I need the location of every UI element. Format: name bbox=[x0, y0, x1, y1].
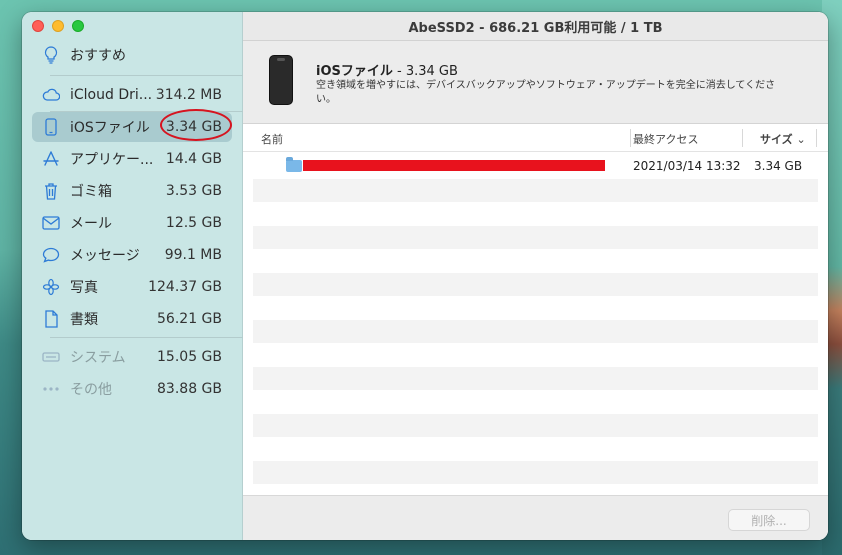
row-last-access: 2021/03/14 13:32 bbox=[633, 159, 741, 173]
mail-icon bbox=[40, 212, 62, 234]
column-divider bbox=[816, 129, 817, 147]
sidebar-item-icloud-drive[interactable]: iCloud Dri... 314.2 MB bbox=[32, 80, 232, 110]
sidebar-item-label: その他 bbox=[70, 382, 112, 398]
sidebar-item-size: 15.05 GB bbox=[157, 349, 222, 365]
folder-icon bbox=[286, 157, 302, 172]
sidebar-item-label: おすすめ bbox=[70, 48, 126, 64]
sidebar-item-label: メッセージ bbox=[70, 248, 140, 264]
sidebar-item-applications[interactable]: アプリケー... 14.4 GB bbox=[32, 144, 232, 174]
empty-row bbox=[253, 202, 818, 226]
file-table: 2021/03/14 13:32 3.34 GB bbox=[253, 155, 818, 484]
sidebar-item-size: 56.21 GB bbox=[157, 311, 222, 327]
sidebar-item-size: 12.5 GB bbox=[165, 215, 222, 231]
sidebar-item-label: 書類 bbox=[70, 312, 98, 328]
more-icon bbox=[40, 378, 62, 400]
message-icon bbox=[40, 244, 62, 266]
cloud-icon bbox=[40, 84, 62, 106]
sidebar-item-documents[interactable]: 書類 56.21 GB bbox=[32, 304, 232, 334]
app-store-icon bbox=[40, 148, 62, 170]
table-row[interactable]: 2021/03/14 13:32 3.34 GB bbox=[253, 155, 818, 179]
empty-row bbox=[253, 225, 818, 249]
iphone-icon bbox=[269, 55, 293, 105]
photos-icon bbox=[40, 276, 62, 298]
sidebar-item-other: その他 83.88 GB bbox=[32, 374, 232, 404]
table-header: 名前 最終アクセス サイズ ⌄ bbox=[243, 125, 828, 152]
document-icon bbox=[40, 308, 62, 330]
sidebar-item-label: システム bbox=[70, 350, 126, 366]
column-last-access[interactable]: 最終アクセス bbox=[633, 131, 698, 147]
column-name[interactable]: 名前 bbox=[261, 131, 283, 147]
window-controls bbox=[32, 20, 84, 32]
footer-bar: 削除... bbox=[243, 495, 828, 540]
sidebar-item-label: アプリケー... bbox=[70, 152, 154, 168]
sidebar-item-photos[interactable]: 写真 124.37 GB bbox=[32, 272, 232, 302]
sidebar-item-size: 99.1 MB bbox=[164, 247, 222, 263]
empty-row bbox=[253, 249, 818, 273]
category-name: iOSファイル bbox=[316, 64, 393, 79]
sidebar-item-label: iOSファイル bbox=[70, 120, 150, 136]
sidebar-item-label: 写真 bbox=[70, 280, 98, 296]
sidebar-item-size: 83.88 GB bbox=[157, 381, 222, 397]
sidebar-item-label: ゴミ箱 bbox=[70, 184, 112, 200]
column-divider bbox=[742, 129, 743, 147]
empty-row bbox=[253, 366, 818, 390]
minimize-button[interactable] bbox=[52, 20, 64, 32]
redacted-filename bbox=[303, 160, 605, 171]
empty-row bbox=[253, 343, 818, 367]
sidebar-item-mail[interactable]: メール 12.5 GB bbox=[32, 208, 232, 238]
window-title: AbeSSD2 - 686.21 GB利用可能 / 1 TB bbox=[243, 12, 828, 41]
empty-row bbox=[253, 296, 818, 320]
divider bbox=[50, 75, 246, 76]
sidebar-item-label: メール bbox=[70, 216, 112, 232]
row-size: 3.34 GB bbox=[754, 159, 803, 173]
sidebar-item-size: 124.37 GB bbox=[148, 279, 222, 295]
close-button[interactable] bbox=[32, 20, 44, 32]
column-divider bbox=[630, 129, 631, 147]
sidebar-item-label: iCloud Dri... bbox=[70, 87, 153, 103]
empty-row bbox=[253, 460, 818, 484]
sidebar-item-size: 14.4 GB bbox=[165, 151, 222, 167]
category-size: - 3.34 GB bbox=[392, 64, 458, 79]
empty-row bbox=[253, 178, 818, 202]
chevron-down-icon: ⌄ bbox=[796, 133, 806, 146]
sidebar-item-size: 314.2 MB bbox=[155, 87, 222, 103]
storage-management-window: おすすめ iCloud Dri... 314.2 MB iOSファイル 3.34… bbox=[22, 12, 828, 540]
system-icon bbox=[40, 346, 62, 368]
annotation-circle bbox=[160, 109, 232, 141]
column-size-label: サイズ bbox=[760, 133, 793, 146]
empty-row bbox=[253, 319, 818, 343]
sidebar-item-trash[interactable]: ゴミ箱 3.53 GB bbox=[32, 176, 232, 206]
lightbulb-icon bbox=[40, 44, 62, 66]
delete-button[interactable]: 削除... bbox=[728, 509, 810, 531]
sidebar-item-messages[interactable]: メッセージ 99.1 MB bbox=[32, 240, 232, 270]
category-header: iOSファイル - 3.34 GB 空き領域を増やすには、デバイスバックアップや… bbox=[243, 41, 828, 124]
column-size[interactable]: サイズ ⌄ bbox=[760, 131, 806, 147]
empty-row bbox=[253, 413, 818, 437]
empty-row bbox=[253, 390, 818, 414]
main-pane: AbeSSD2 - 686.21 GB利用可能 / 1 TB iOSファイル -… bbox=[243, 12, 828, 540]
sidebar-item-size: 3.53 GB bbox=[165, 183, 222, 199]
phone-icon bbox=[40, 116, 62, 138]
empty-row bbox=[253, 272, 818, 296]
trash-icon bbox=[40, 180, 62, 202]
zoom-button[interactable] bbox=[72, 20, 84, 32]
sidebar-item-system: システム 15.05 GB bbox=[32, 342, 232, 372]
sidebar: おすすめ iCloud Dri... 314.2 MB iOSファイル 3.34… bbox=[22, 12, 246, 540]
category-description: 空き領域を増やすには、デバイスバックアップやソフトウェア・アップデートを完全に消… bbox=[316, 80, 776, 105]
empty-row bbox=[253, 437, 818, 461]
sidebar-item-recommendations[interactable]: おすすめ bbox=[32, 40, 232, 70]
divider bbox=[50, 337, 246, 338]
category-title: iOSファイル - 3.34 GB bbox=[316, 60, 458, 79]
